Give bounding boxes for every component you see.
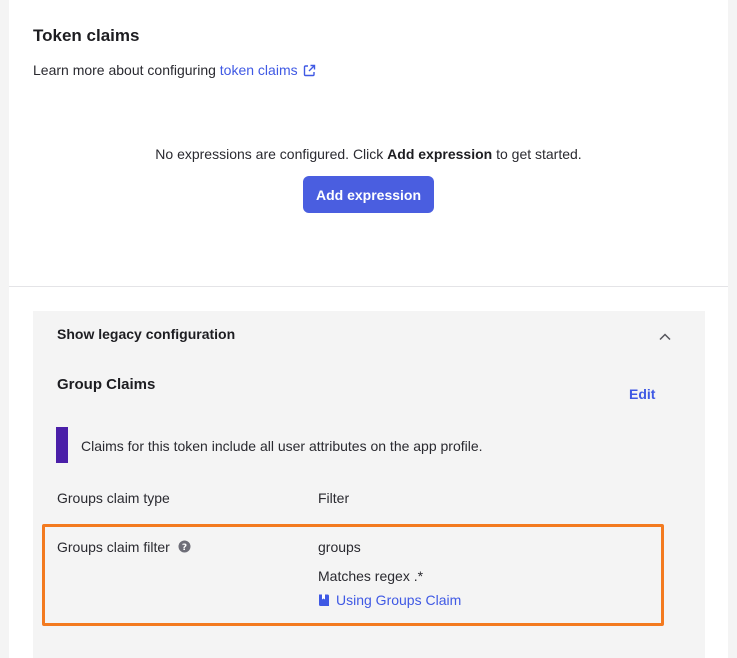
legacy-toggle-label[interactable]: Show legacy configuration	[57, 326, 235, 342]
group-claims-title: Group Claims	[57, 376, 156, 393]
callout-accent-bar	[56, 427, 68, 463]
groups-claim-filter-row: Groups claim filter?	[57, 539, 191, 556]
groups-claim-type-value: Filter	[318, 490, 350, 506]
svg-text:?: ?	[182, 543, 187, 553]
groups-claim-type-label: Groups claim type	[57, 490, 170, 506]
help-circle-icon[interactable]: ?	[178, 540, 191, 556]
empty-state-message: No expressions are configured. Click Add…	[9, 146, 728, 162]
edit-button[interactable]: Edit	[629, 386, 655, 402]
groups-claim-filter-value: groups	[318, 539, 361, 555]
section-title: Token claims	[33, 26, 140, 45]
section-divider	[9, 286, 728, 287]
chevron-up-icon[interactable]	[659, 328, 671, 346]
using-groups-claim-label: Using Groups Claim	[336, 592, 462, 608]
add-expression-button[interactable]: Add expression	[303, 176, 434, 213]
learn-more-prefix: Learn more about configuring	[33, 62, 220, 78]
empty-message-prefix: No expressions are configured. Click	[155, 146, 388, 162]
external-link-icon	[303, 64, 316, 80]
empty-message-suffix: to get started.	[492, 146, 582, 162]
learn-more-text: Learn more about configuring token claim…	[33, 62, 316, 80]
legacy-configuration-panel: Show legacy configuration Group Claims E…	[33, 311, 705, 658]
groups-claim-filter-label: Groups claim filter	[57, 539, 170, 555]
token-claims-link-label: token claims	[219, 62, 298, 78]
callout-message: Claims for this token include all user a…	[81, 438, 483, 454]
token-claims-link[interactable]: token claims	[220, 62, 316, 78]
using-groups-claim-link[interactable]: Using Groups Claim	[318, 592, 461, 610]
groups-claim-filter-match: Matches regex .*	[318, 568, 424, 584]
token-claims-card: Token claims Learn more about configurin…	[9, 0, 728, 658]
book-icon	[318, 593, 330, 610]
empty-message-bold: Add expression	[387, 146, 493, 162]
